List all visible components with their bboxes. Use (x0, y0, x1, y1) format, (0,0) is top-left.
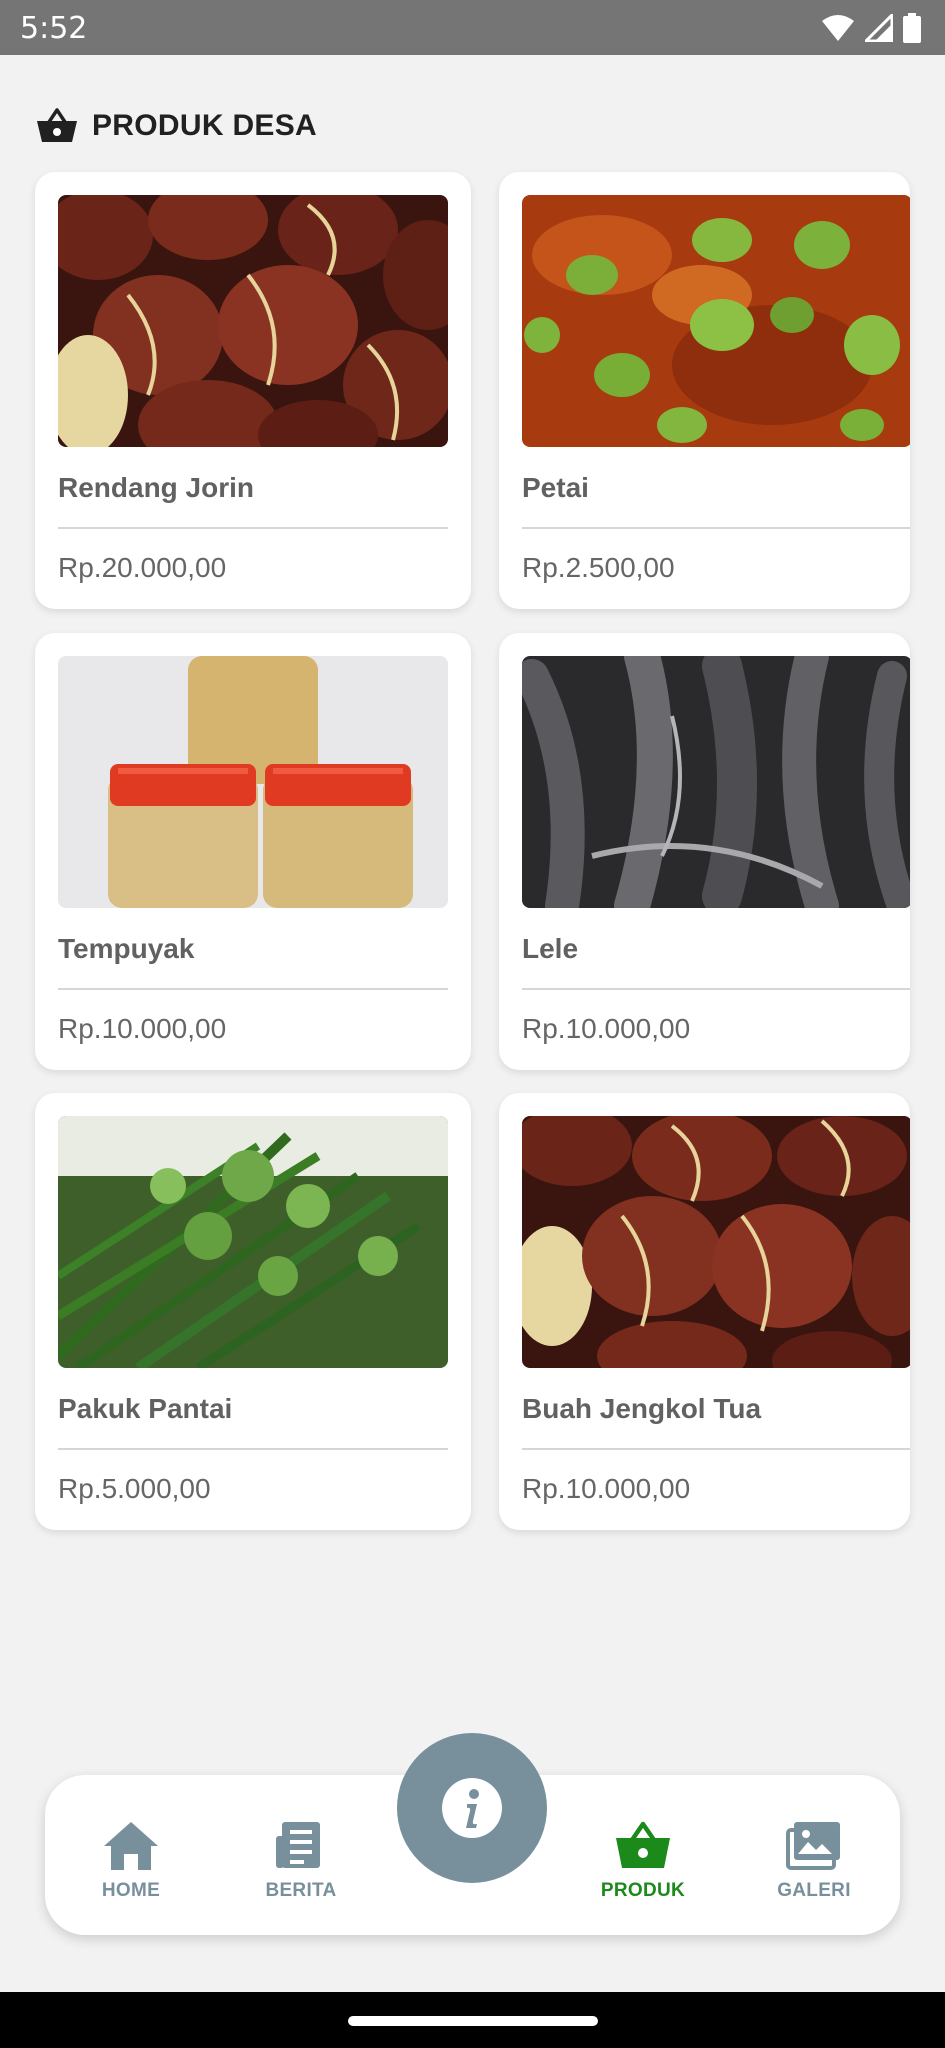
product-card[interactable]: Lele Rp.10.000,00 (499, 633, 910, 1070)
divider (522, 1448, 910, 1450)
newspaper-icon (276, 1822, 320, 1868)
product-image (522, 1116, 910, 1368)
product-name: Lele (522, 933, 579, 964)
product-image (58, 195, 448, 447)
nav-item-home[interactable]: HOME (56, 1820, 206, 1902)
product-image (522, 656, 910, 908)
home-indicator[interactable] (348, 2016, 598, 2026)
product-price: Rp.2.500,00 (522, 552, 675, 583)
product-name: Buah Jengkol Tua (522, 1393, 762, 1424)
status-icons (821, 12, 921, 44)
product-name: Rendang Jorin (58, 472, 255, 503)
nav-label: HOME (101, 1880, 161, 1901)
gallery-icon (786, 1822, 840, 1870)
nav-label: PRODUK (600, 1880, 686, 1901)
nav-item-galeri[interactable]: GALERI (739, 1820, 889, 1902)
product-name: Tempuyak (58, 933, 195, 964)
home-icon (104, 1822, 158, 1870)
product-price: Rp.10.000,00 (522, 1473, 691, 1504)
shopping-basket-icon (37, 108, 77, 142)
info-icon (442, 1778, 502, 1838)
status-time: 5:52 (20, 11, 88, 46)
nav-label: GALERI (777, 1880, 851, 1901)
product-image (522, 195, 910, 447)
product-card[interactable]: Rendang Jorin Rp.20.000,00 (35, 172, 471, 609)
product-price: Rp.10.000,00 (58, 1013, 227, 1044)
signal-icon (865, 14, 893, 42)
status-bar: 5:52 (0, 0, 945, 55)
divider (522, 527, 910, 529)
product-image (58, 1116, 448, 1368)
shopping-basket-icon (616, 1821, 670, 1868)
nav-item-produk[interactable]: PRODUK (568, 1820, 718, 1902)
product-price: Rp.5.000,00 (58, 1473, 211, 1504)
product-card[interactable]: Pakuk Pantai Rp.5.000,00 (35, 1093, 471, 1530)
info-fab-button[interactable] (397, 1733, 547, 1883)
product-card[interactable]: Buah Jengkol Tua Rp.10.000,00 (499, 1093, 910, 1530)
divider (522, 988, 910, 990)
product-name: Pakuk Pantai (58, 1393, 233, 1424)
product-price: Rp.20.000,00 (58, 552, 227, 583)
product-card[interactable]: Petai Rp.2.500,00 (499, 172, 910, 609)
divider (58, 988, 448, 990)
battery-icon (903, 13, 921, 43)
page-title: PRODUK DESA (92, 109, 317, 142)
divider (58, 527, 448, 529)
system-navigation-bar (0, 1992, 945, 2048)
nav-item-berita[interactable]: BERITA (226, 1820, 376, 1902)
product-name: Petai (522, 472, 589, 503)
product-card[interactable]: Tempuyak Rp.10.000,00 (35, 633, 471, 1070)
wifi-icon (822, 15, 854, 41)
divider (58, 1448, 448, 1450)
nav-label: BERITA (265, 1880, 337, 1901)
product-image (58, 656, 448, 908)
product-price: Rp.10.000,00 (522, 1013, 691, 1044)
section-header: PRODUK DESA (36, 105, 317, 147)
